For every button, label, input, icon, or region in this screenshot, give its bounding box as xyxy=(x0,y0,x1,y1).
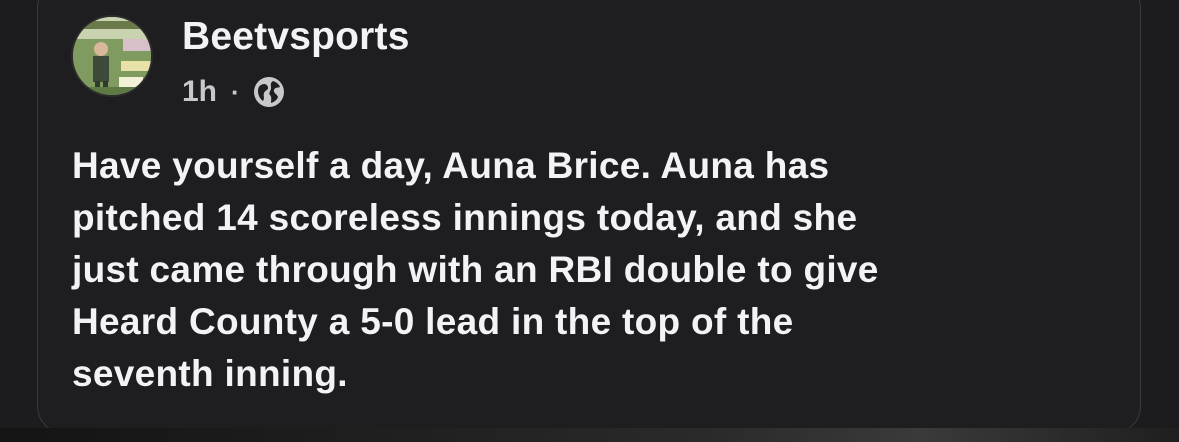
author-name[interactable]: Beetvsports xyxy=(182,14,410,60)
post-meta: 1h · xyxy=(182,70,286,114)
page: Beetvsports 1h · Have yourself a day, Au… xyxy=(0,0,1179,442)
next-content-edge xyxy=(0,428,1179,442)
post-text: Have yourself a day, Auna Brice. Auna ha… xyxy=(72,145,879,394)
meta-separator: · xyxy=(231,76,240,107)
globe-icon[interactable] xyxy=(252,75,286,109)
avatar[interactable] xyxy=(71,15,153,97)
post-timestamp[interactable]: 1h xyxy=(182,75,217,109)
